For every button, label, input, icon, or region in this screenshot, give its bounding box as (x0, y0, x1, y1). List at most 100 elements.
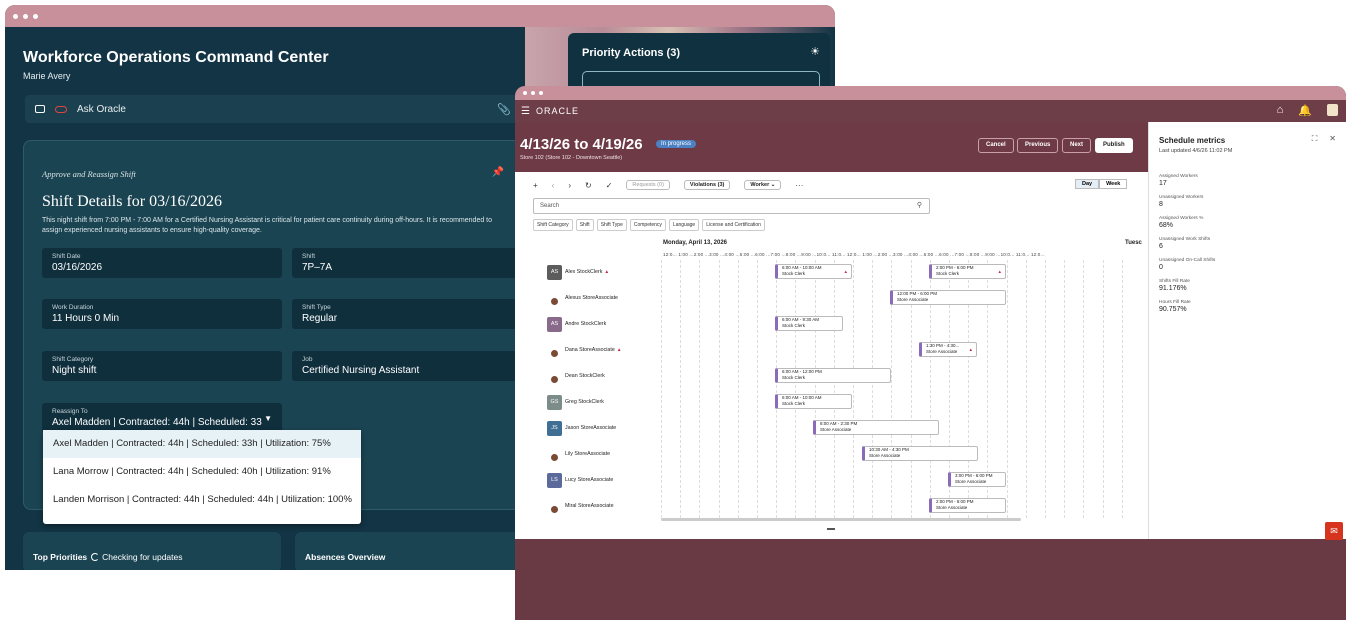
requests-button[interactable]: Requests (0) (626, 180, 670, 190)
loading-spinner-icon (91, 553, 100, 561)
worker-photo (547, 447, 562, 462)
attachment-icon[interactable]: 📎 (497, 103, 511, 116)
violations-button[interactable]: Violations (3) (683, 180, 731, 190)
window-dot-icon[interactable] (531, 91, 535, 95)
shift-block[interactable]: 8:00 AM - 2:30 PM Store Associate (813, 420, 939, 435)
metric-label: Assigned Workers % (1159, 216, 1204, 221)
reassign-option[interactable]: Lana Morrow | Contracted: 44h | Schedule… (43, 458, 361, 486)
hour-gridline (718, 260, 720, 518)
next-arrow-icon[interactable]: › (568, 181, 571, 190)
hour-gridline (814, 260, 816, 518)
worker-row[interactable]: Dean StockClerk (547, 368, 605, 384)
absences-overview-card: Absences Overview (295, 532, 535, 570)
check-icon[interactable]: ✓ (606, 181, 613, 190)
filter-chip[interactable]: Language (668, 219, 700, 231)
filter-chip[interactable]: License and Certification (702, 219, 765, 231)
ask-oracle-label: Ask Oracle (77, 103, 126, 115)
filter-chip[interactable]: Shift (575, 219, 594, 231)
worker-avatar: GS (547, 394, 562, 410)
card-description: This night shift from 7:00 PM - 7:00 AM … (42, 217, 493, 234)
shift-block[interactable]: 6:00 AM - 10:00 AM Stock Clerk ▴ (775, 264, 852, 279)
hour-gridline (776, 260, 778, 518)
worker-row[interactable]: Dana StoreAssociate ▴ (547, 342, 620, 358)
shift-block[interactable]: 2:00 PM - 6:00 PM Store Associate (929, 498, 1006, 513)
search-icon[interactable]: ⚲ (917, 199, 922, 213)
shift-block[interactable]: 6:00 AM - 12:00 PM Stock Clerk (775, 368, 891, 383)
shift-block[interactable]: 12:00 PM - 6:00 PM Store Associate (890, 290, 1006, 305)
chevron-down-icon[interactable]: ▼ (264, 414, 272, 423)
search-input[interactable]: Search ⚲ (533, 198, 930, 214)
shift-role: Store Associate (955, 479, 987, 484)
expand-icon[interactable]: ⛶ (1312, 134, 1318, 144)
reassign-option[interactable]: Landen Morrison | Contracted: 44h | Sche… (43, 486, 361, 514)
worker-row[interactable]: LS Lucy StoreAssociate (547, 472, 613, 488)
field-label: Shift Type (302, 304, 331, 311)
worker-row[interactable]: GS Greg StockClerk (547, 394, 604, 410)
ask-oracle-bar[interactable]: Ask Oracle 📎 (25, 95, 525, 123)
publish-button[interactable]: Publish (1095, 138, 1133, 153)
sun-icon[interactable]: ☀ (810, 45, 820, 58)
window-dot-icon[interactable] (23, 13, 28, 19)
panel-toggle-icon[interactable] (35, 105, 45, 113)
hour-gridline (1045, 260, 1046, 518)
worker-row[interactable]: Alexus StoreAssociate (547, 290, 618, 306)
home-icon[interactable]: ⌂ (1277, 104, 1285, 117)
field-label: Shift (302, 253, 316, 260)
week-view-button[interactable]: Week (1099, 179, 1128, 189)
avatar[interactable] (1327, 104, 1338, 116)
metric-item: Shifts Fill Rate 91.176% (1159, 279, 1190, 292)
worker-row[interactable]: JS Jason StoreAssociate (547, 420, 616, 436)
metric-value: 17 (1159, 180, 1167, 187)
filter-chip[interactable]: Shift Type (596, 219, 627, 231)
resize-handle[interactable] (827, 528, 835, 530)
reassign-options-list: Axel Madden | Contracted: 44h | Schedule… (43, 430, 361, 524)
filter-chip[interactable]: Competency (629, 219, 666, 231)
chat-icon[interactable]: ✉ (1325, 522, 1343, 540)
more-actions-icon[interactable]: ··· (795, 181, 803, 190)
window-dot-icon[interactable] (523, 91, 527, 95)
pin-icon[interactable]: 📌 (492, 167, 504, 178)
user-name: Marie Avery (23, 71, 71, 81)
worker-dropdown[interactable]: Worker ⌄ (744, 180, 782, 190)
next-button[interactable]: Next (1062, 138, 1092, 153)
previous-button[interactable]: Previous (1017, 138, 1059, 153)
window-dot-icon[interactable] (539, 91, 543, 95)
metric-label: Shifts Fill Rate (1159, 279, 1190, 284)
prev-arrow-icon[interactable]: ‹ (552, 181, 555, 190)
shift-block[interactable]: 10:30 AM - 4:30 PM Store Associate (862, 446, 978, 461)
window-dot-icon[interactable] (33, 13, 38, 19)
day-view-button[interactable]: Day (1075, 179, 1100, 189)
window-dot-icon[interactable] (13, 13, 18, 19)
metric-label: Unassigned Work Shifts (1159, 237, 1211, 242)
worker-avatar: AS (547, 316, 562, 332)
window-titlebar (5, 5, 835, 27)
reassign-option[interactable]: Axel Madden | Contracted: 44h | Schedule… (43, 430, 361, 458)
store-name: Store 102 (Store 102 - Downtown Seattle) (520, 155, 623, 161)
oracle-brand: ORACLE (535, 106, 579, 116)
reassign-to-select[interactable]: Reassign To Axel Madden | Contracted: 44… (42, 403, 282, 433)
shift-block[interactable]: 1:30 PM - 4:30... Store Associate ▴ (919, 342, 977, 357)
alert-flag-icon: ▴ (617, 347, 621, 353)
menu-icon[interactable]: ☰ (521, 106, 531, 117)
shift-block[interactable]: 2:00 PM - 6:00 PM Stock Clerk ▴ (929, 264, 1006, 279)
worker-avatar: JS (547, 420, 562, 436)
close-icon[interactable]: ✕ (1329, 134, 1336, 144)
hour-gridline (680, 260, 682, 518)
worker-row[interactable]: AS Alex StockClerk ▴ (547, 264, 608, 280)
metric-label: Unassigned Workers (1159, 195, 1204, 200)
metric-item: Unassigned Workers 8 (1159, 195, 1203, 208)
job-field: Job Certified Nursing Assistant (292, 351, 532, 381)
refresh-icon[interactable]: ↻ (585, 181, 592, 190)
filter-chip[interactable]: Shift Category (533, 219, 573, 231)
add-icon[interactable]: + (533, 181, 538, 190)
notifications-icon[interactable]: 🔔 (1298, 104, 1313, 117)
worker-row[interactable]: AS Andre StockClerk (547, 316, 606, 332)
worker-row[interactable]: Lily StoreAssociate (547, 446, 610, 462)
horizontal-scrollbar[interactable] (661, 518, 1021, 521)
metrics-title: Schedule metrics (1159, 136, 1226, 145)
worker-row[interactable]: Miral StoreAssociate (547, 498, 614, 514)
shift-block[interactable]: 3:00 PM - 6:00 PM Store Associate (948, 472, 1006, 487)
shift-block[interactable]: 6:00 AM - 10:00 AM Stock Clerk (775, 394, 852, 409)
shift-block[interactable]: 6:00 AM - 9:30 AM Stock Clerk (775, 316, 843, 331)
cancel-button[interactable]: Cancel (978, 138, 1014, 153)
